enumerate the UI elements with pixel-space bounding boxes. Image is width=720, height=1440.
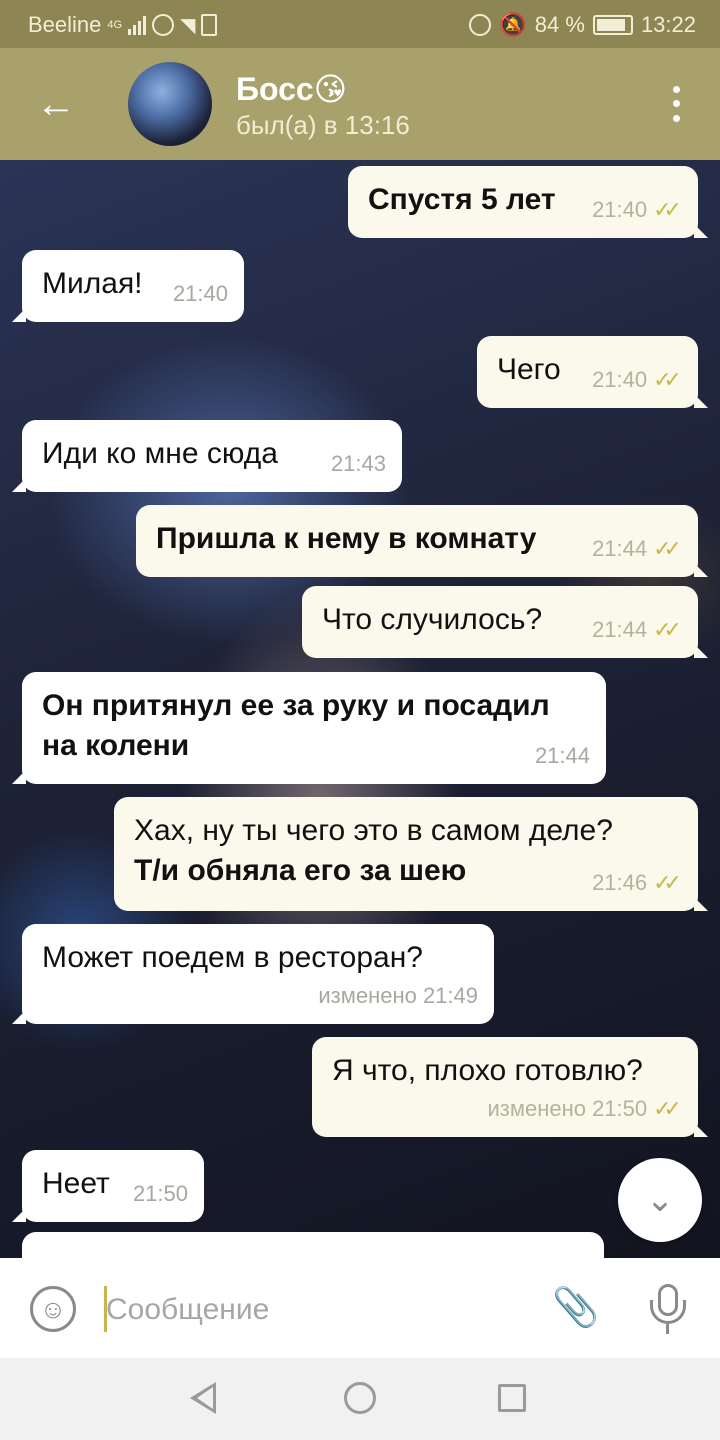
message-meta: 21:40 ✓✓	[592, 360, 682, 400]
message-bubble[interactable]: Я что, плохо готовлю? изменено 21:50 ✓✓	[312, 1037, 708, 1137]
message-time: 21:40	[592, 197, 648, 222]
read-ticks-icon: ✓✓	[653, 536, 682, 561]
message-text: Я что, плохо готовлю?	[332, 1054, 643, 1087]
message-time: 21:40	[172, 281, 228, 306]
paperclip-icon[interactable]: 📎	[552, 1284, 600, 1332]
message-bubble[interactable]: Иди ко мне сюда 21:43	[12, 420, 402, 492]
battery-percent: 84 %	[534, 12, 585, 37]
status-left: Beeline 4G ◥	[28, 12, 218, 38]
message-meta: 21:44 ✓✓	[592, 610, 682, 650]
last-seen: был(а) в 13:16	[236, 110, 410, 140]
read-ticks-icon: ✓✓	[653, 870, 682, 895]
read-ticks-icon: ✓✓	[653, 1096, 682, 1121]
message-meta: 21:44 ✓✓	[592, 529, 682, 569]
message-time: 21:43	[330, 451, 386, 476]
message-time: 21:44	[592, 617, 648, 642]
message-bubble[interactable]: Хах, ну ты чего это в самом деле? Т/и об…	[114, 797, 708, 911]
message-input-bar: ☺ 📎	[0, 1258, 720, 1358]
message-time: 21:46	[592, 870, 648, 895]
message-text: Он притянул ее за руку и посадил на коле…	[42, 689, 550, 762]
nav-home-icon[interactable]	[344, 1382, 376, 1414]
message-bubble-partial[interactable]	[22, 1232, 604, 1258]
alarm-icon	[469, 14, 492, 36]
message-time: 21:40	[592, 367, 648, 392]
message-time: изменено 21:49	[318, 983, 478, 1008]
carrier-name: Beeline	[28, 12, 102, 37]
contact-name[interactable]: Босс😘	[236, 70, 347, 108]
read-ticks-icon: ✓✓	[653, 367, 682, 392]
message-meta: 21:44	[535, 736, 590, 776]
chat-header: ← Босс😘 был(а) в 13:16	[0, 48, 720, 160]
message-meta: 21:46 ✓✓	[592, 863, 682, 903]
message-bubble[interactable]: Он притянул ее за руку и посадил на коле…	[12, 672, 606, 784]
rss-icon: ◥	[180, 14, 196, 37]
message-meta: изменено 21:50 ✓✓	[487, 1089, 682, 1129]
microphone-icon[interactable]	[646, 1284, 690, 1336]
message-meta: изменено 21:49	[318, 976, 478, 1016]
upload-icon	[201, 14, 218, 36]
more-vertical-icon[interactable]	[666, 82, 686, 126]
status-bar: Beeline 4G ◥ 🔕 84 % 13:22	[0, 0, 720, 48]
chat-area[interactable]: Спустя 5 лет 21:40 ✓✓ Милая! 21:40 Чего 2…	[0, 160, 720, 1258]
read-ticks-icon: ✓✓	[653, 197, 682, 222]
message-time: 21:50	[132, 1181, 188, 1206]
message-time: 21:44	[534, 743, 590, 768]
arrow-left-icon: ←	[36, 82, 76, 126]
message-bubble[interactable]: Что случилось? 21:44 ✓✓	[302, 586, 708, 658]
clock: 13:22	[640, 12, 696, 37]
battery-icon	[592, 15, 633, 35]
message-bubble[interactable]: Пришла к нему в комнату 21:44 ✓✓	[136, 505, 708, 577]
read-ticks-icon: ✓✓	[653, 617, 682, 642]
nav-back-icon-inner	[197, 1387, 213, 1409]
system-nav-bar	[0, 1358, 720, 1440]
nav-recents-icon[interactable]	[498, 1384, 526, 1412]
message-meta: 21:50	[133, 1174, 188, 1214]
signal-icon	[128, 15, 147, 35]
message-bubble[interactable]: Неет 21:50	[12, 1150, 204, 1222]
message-meta: 21:43	[331, 444, 386, 484]
whatsapp-icon	[152, 14, 175, 36]
scroll-down-button[interactable]: ⌄	[618, 1158, 702, 1242]
chevron-down-icon: ⌄	[645, 1181, 675, 1219]
message-bubble[interactable]: Милая! 21:40	[12, 250, 244, 322]
smile-icon[interactable]: ☺	[30, 1286, 76, 1332]
message-bubble[interactable]: Может поедем в ресторан? изменено 21:49	[12, 924, 494, 1024]
network-type: 4G	[107, 19, 123, 31]
message-time: изменено 21:50	[487, 1096, 648, 1121]
message-time: 21:44	[592, 536, 648, 561]
status-right: 🔕 84 % 13:22	[469, 12, 696, 38]
mute-icon: 🔕	[499, 12, 527, 37]
message-meta: 21:40	[173, 274, 228, 314]
message-meta: 21:40 ✓✓	[592, 190, 682, 230]
contact-avatar[interactable]	[128, 62, 212, 146]
message-bubble[interactable]: Спустя 5 лет 21:40 ✓✓	[348, 166, 708, 238]
message-bubble[interactable]: Чего 21:40 ✓✓	[477, 336, 708, 408]
message-input[interactable]	[106, 1288, 526, 1332]
message-text: Может поедем в ресторан?	[42, 941, 423, 974]
message-text: Хах, ну ты чего это в самом деле?	[134, 814, 613, 847]
back-button[interactable]: ←	[34, 82, 78, 126]
